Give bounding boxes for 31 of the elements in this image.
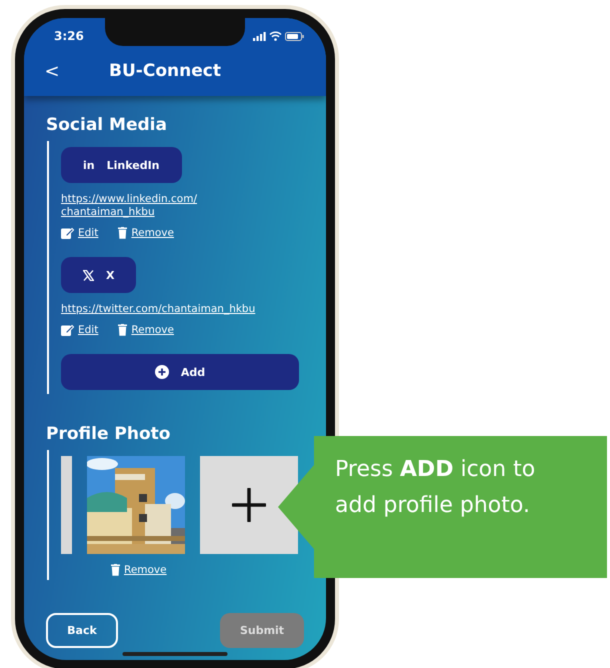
add-button[interactable]: Add <box>61 354 299 390</box>
social-account-chip[interactable]: in LinkedIn <box>61 147 182 183</box>
trash-icon <box>111 564 120 576</box>
status-time: 3:26 <box>54 29 84 43</box>
social-account-chip[interactable]: X <box>61 257 136 293</box>
callout-text: Press ADD icon to add profile photo. <box>335 456 536 520</box>
remove-link[interactable]: Remove <box>131 324 174 336</box>
linkedin-icon: in <box>83 158 95 172</box>
section-heading: Social Media <box>46 115 168 135</box>
add-photo-button[interactable] <box>200 456 298 554</box>
edit-link[interactable]: Edit <box>78 227 98 239</box>
plus-circle-icon <box>154 365 169 379</box>
edit-link[interactable]: Edit <box>78 324 98 336</box>
edit-icon <box>61 227 74 239</box>
photo-thumbnail[interactable] <box>61 456 72 554</box>
profile-link[interactable]: https://www.linkedin.com/chantaiman_hkbu <box>61 193 221 219</box>
section-heading: Profile Photo <box>46 424 172 444</box>
trash-icon <box>118 227 128 239</box>
trash-icon <box>118 324 128 336</box>
battery-icon <box>285 32 304 40</box>
plus-icon <box>232 488 266 522</box>
wifi-icon <box>269 31 282 41</box>
edit-icon <box>61 324 74 336</box>
remove-link[interactable]: Remove <box>124 564 167 576</box>
back-button[interactable]: < <box>42 60 62 82</box>
x-logo-icon <box>83 270 94 280</box>
app-title: BU-Connect <box>108 61 222 81</box>
back-button[interactable]: Back <box>46 613 118 648</box>
profile-link[interactable]: https://twitter.com/chantaiman_hkbu <box>61 303 281 316</box>
signal-icon <box>253 32 266 40</box>
remove-link[interactable]: Remove <box>131 227 174 239</box>
